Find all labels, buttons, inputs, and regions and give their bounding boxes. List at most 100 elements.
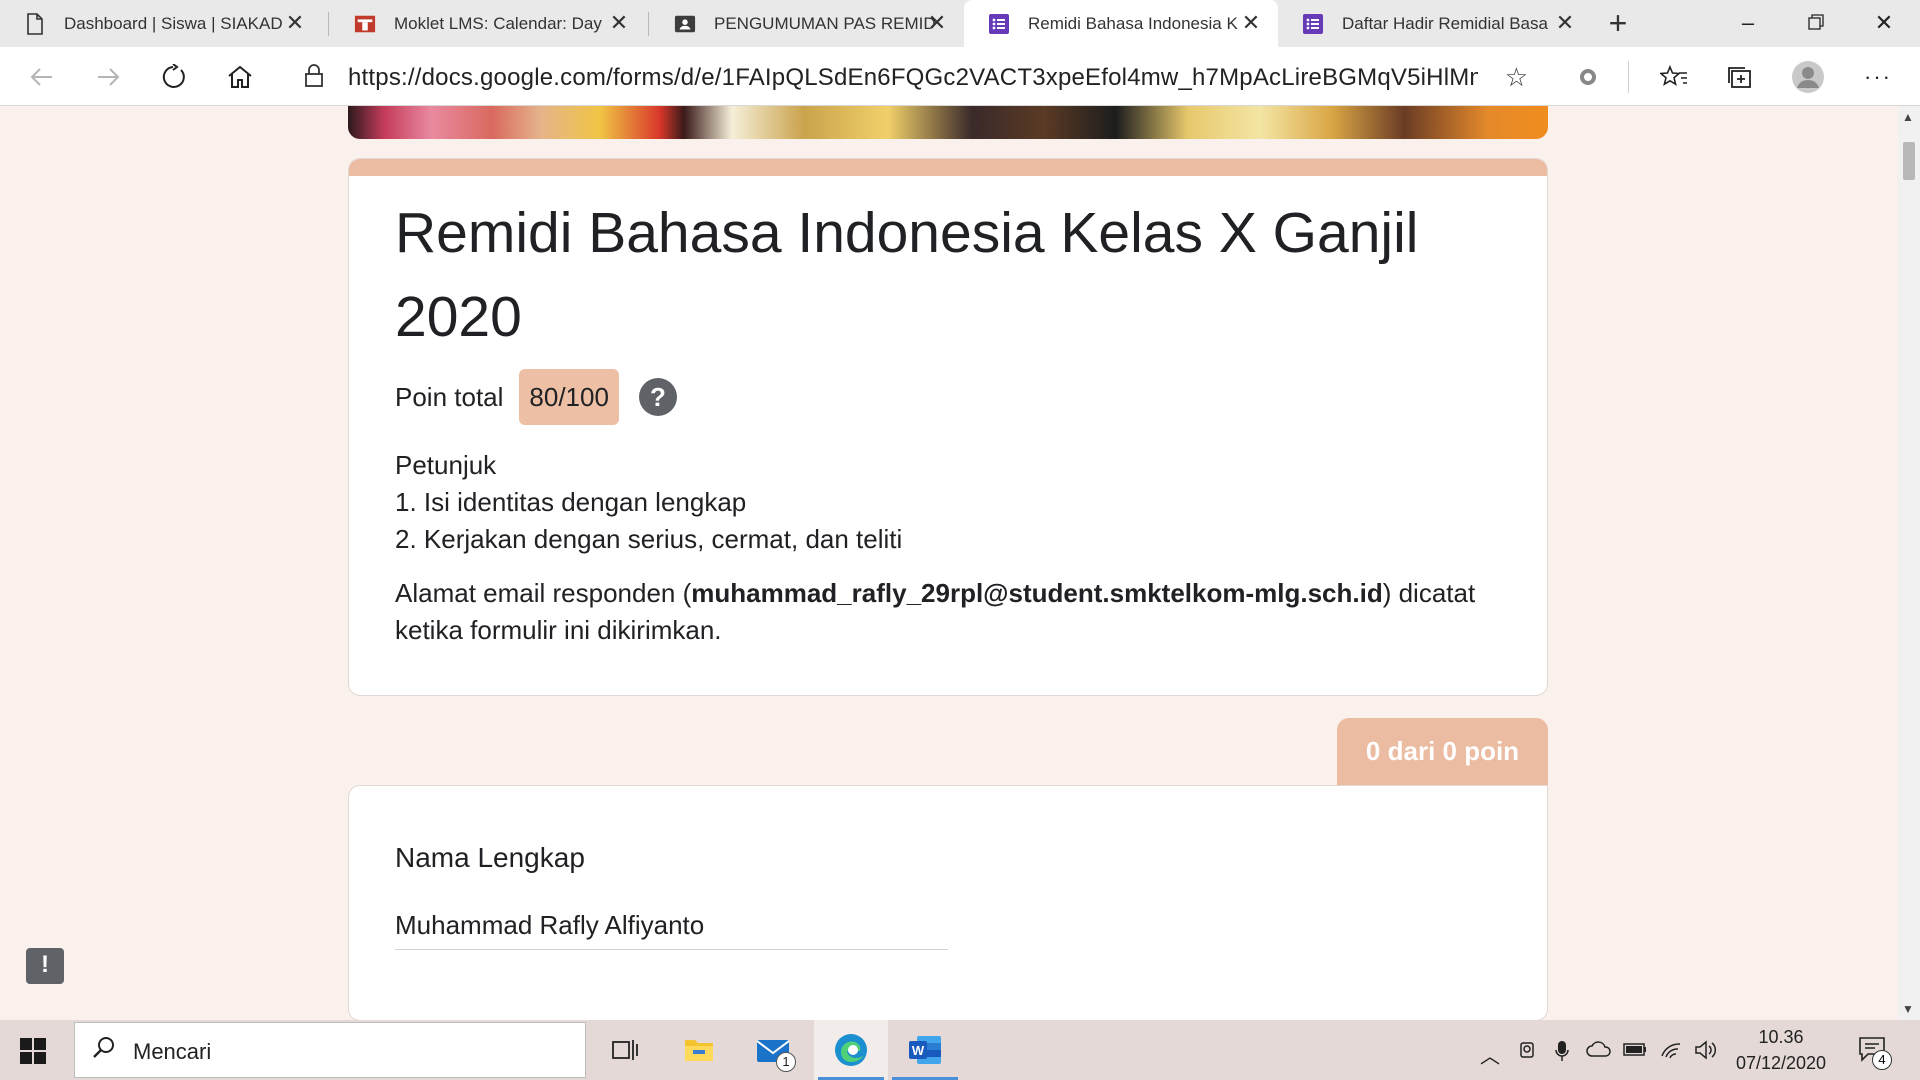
close-icon[interactable]: ✕ [284,12,306,34]
scroll-thumb[interactable] [1903,142,1915,180]
refresh-icon [162,64,185,88]
meet-now-icon[interactable] [1518,1040,1538,1066]
restore-icon [1808,14,1824,30]
form-title-card: Remidi Bahasa Indonesia Kelas X Ganjil 2… [348,158,1548,696]
tab-label: Moklet LMS: Calendar: Day [394,13,602,33]
close-window-button[interactable]: ✕ [1864,6,1904,40]
system-clock[interactable]: 10.36 07/12/2020 [1716,1024,1846,1076]
search-icon [91,1035,117,1068]
report-feedback-button[interactable]: ! [26,948,64,984]
more-icon: ··· [1864,64,1892,89]
clock-time: 10.36 [1758,1027,1804,1047]
home-icon [228,65,252,88]
clock-date: 07/12/2020 [1735,1053,1827,1073]
chevron-up-icon[interactable]: ︿ [1480,1040,1500,1069]
restore-button[interactable] [1796,6,1836,40]
extension-icon [1580,69,1596,85]
folder-icon [685,1040,713,1061]
collections-button[interactable] [1722,59,1758,95]
tab-remidi-active[interactable]: Remidi Bahasa Indonesia K ✕ [964,0,1278,47]
close-icon[interactable]: ✕ [608,12,630,34]
toolbar-divider [1628,61,1629,93]
question-card: Nama Lengkap Muhammad Rafly Alfiyanto [348,785,1548,1020]
extension-button[interactable] [1570,59,1606,95]
taskbar-search[interactable]: Mencari [74,1022,586,1078]
more-menu-button[interactable]: ··· [1860,59,1896,95]
mail-badge: 1 [776,1052,796,1072]
email-note-prefix: Alamat email responden ( [395,578,692,608]
notification-center-button[interactable]: 4 [1858,1036,1892,1070]
task-view-icon [612,1040,638,1060]
page-viewport: Remidi Bahasa Indonesia Kelas X Ganjil 2… [0,106,1898,1020]
minimize-button[interactable]: – [1728,6,1768,40]
search-placeholder: Mencari [133,1039,212,1064]
forms-icon [988,13,1010,35]
microphone-icon[interactable] [1554,1040,1570,1068]
file-explorer-button[interactable] [662,1020,736,1080]
tab-moklet-lms[interactable]: Moklet LMS: Calendar: Day ✕ [330,0,646,47]
volume-icon[interactable] [1694,1040,1718,1066]
score-row: Poin total 80/100 ? [395,369,677,425]
tab-label: Remidi Bahasa Indonesia K [1028,13,1238,33]
refresh-button[interactable] [156,59,192,95]
page-scrollbar[interactable]: ▲ ▼ [1898,106,1920,1020]
score-label: Poin total [395,381,504,412]
address-bar[interactable]: https://docs.google.com/forms/d/e/1FAIpQ… [282,54,1546,98]
instruction-item: 2. Kerjakan dengan serius, cermat, dan t… [395,524,903,554]
scroll-down-arrow-icon[interactable]: ▼ [1902,1002,1914,1016]
profile-button[interactable] [1790,59,1826,95]
arrow-right-icon [98,68,120,86]
star-icon[interactable]: ☆ [1505,62,1528,93]
page-icon [24,12,46,35]
start-button[interactable] [20,1038,46,1064]
wifi-icon[interactable] [1660,1040,1682,1066]
browser-toolbar: https://docs.google.com/forms/d/e/1FAIpQ… [0,47,1920,106]
forms-icon [1302,13,1324,35]
new-tab-button[interactable]: + [1602,7,1634,40]
arrow-left-icon [30,68,52,86]
score-badge: 80/100 [519,369,619,425]
onedrive-icon[interactable] [1586,1040,1612,1064]
scroll-up-arrow-icon[interactable]: ▲ [1902,110,1914,124]
exclamation-icon: ! [41,951,49,978]
form-title: Remidi Bahasa Indonesia Kelas X Ganjil 2… [395,201,1419,349]
favorites-icon [1660,65,1687,86]
tab-label: Dashboard | Siswa | SIAKAD [64,13,283,33]
card-accent-bar [349,159,1547,176]
tab-daftar-hadir[interactable]: Daftar Hadir Remidial Basa ✕ [1278,0,1592,47]
avatar-icon [1792,61,1824,93]
home-button[interactable] [222,59,258,95]
close-icon[interactable]: ✕ [1554,12,1576,34]
back-button[interactable] [24,59,60,95]
classroom-icon [674,13,696,35]
tab-pengumuman[interactable]: PENGUMUMAN PAS REMID ✕ [650,0,964,47]
question-title: Nama Lengkap [395,842,585,873]
windows-taskbar: Mencari 1 W ︿ 10.36 07/12/2020 4 [0,1020,1920,1080]
instructions-heading: Petunjuk [395,450,497,480]
edge-icon [835,1034,867,1066]
tab-label: PENGUMUMAN PAS REMID [714,13,936,33]
task-view-button[interactable] [588,1020,662,1080]
url-text: https://docs.google.com/forms/d/e/1FAIpQ… [348,64,1478,91]
svg-text:W: W [912,1043,925,1058]
word-button[interactable]: W [888,1020,962,1080]
tab-dashboard[interactable]: Dashboard | Siswa | SIAKAD ✕ [0,0,322,47]
forward-button[interactable] [90,59,126,95]
windows-logo-icon [20,1038,32,1050]
tab-divider [648,12,649,36]
battery-icon[interactable] [1622,1040,1648,1064]
word-icon: W [909,1036,941,1064]
form-header-image [348,106,1548,139]
answer-field: Muhammad Rafly Alfiyanto [395,910,948,950]
help-icon[interactable]: ? [638,378,677,416]
close-icon[interactable]: ✕ [1240,12,1262,34]
close-icon[interactable]: ✕ [926,12,948,34]
respondent-email: muhammad_rafly_29rpl@student.smktelkom-m… [691,578,1383,608]
notification-count: 4 [1872,1050,1892,1070]
tab-strip: Dashboard | Siswa | SIAKAD ✕ Moklet LMS:… [0,0,1920,47]
collections-icon [1728,67,1751,88]
lock-icon [304,64,324,93]
favorites-button[interactable] [1656,59,1692,95]
edge-button[interactable] [814,1020,888,1080]
mail-button[interactable]: 1 [736,1020,810,1080]
